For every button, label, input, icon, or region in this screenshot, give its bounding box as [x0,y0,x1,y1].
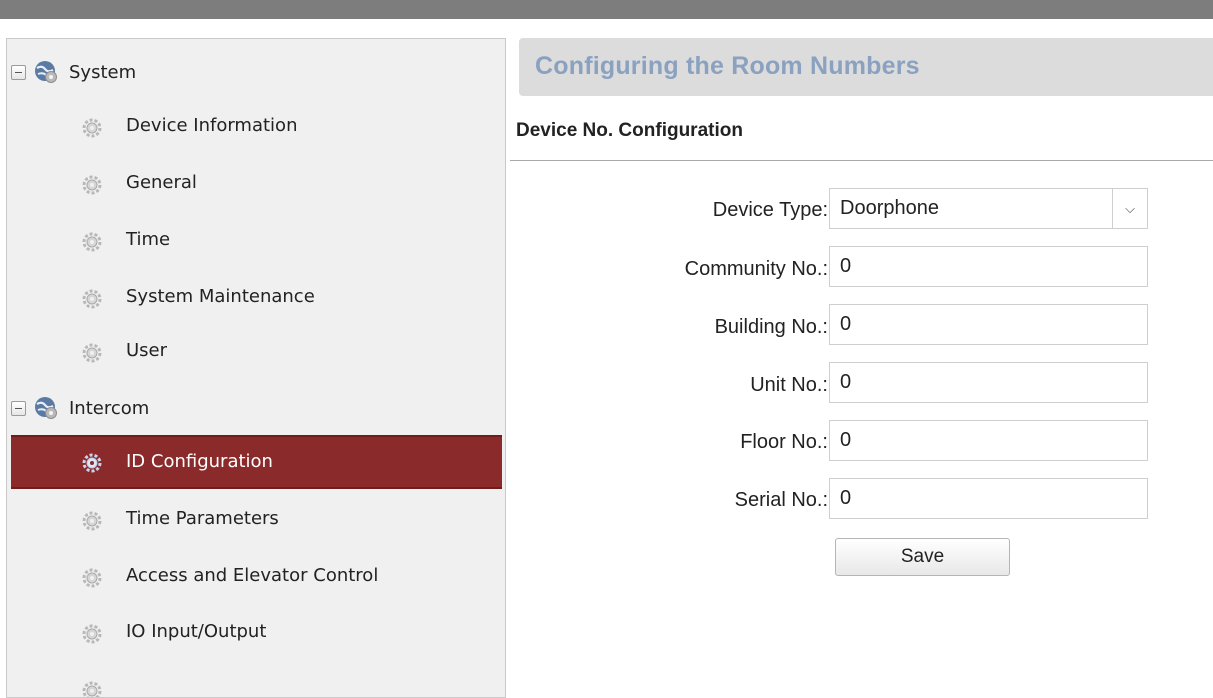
floor-no-label: Floor No.: [740,431,828,453]
tree-group-system[interactable]: System [7,52,505,92]
sidebar-item-io-input-output[interactable]: IO Input/Output [11,610,502,657]
building-no-input[interactable]: 0 [829,304,1148,345]
save-button[interactable]: Save [835,538,1010,576]
top-spacer [0,19,1213,37]
sidebar-item-label: Time Parameters [126,508,279,529]
globe-icon [35,397,57,419]
sidebar-item-label: Device Information [126,115,298,136]
floor-no-input[interactable]: 0 [829,420,1148,461]
sidebar-item-label: ID Configuration [126,451,273,472]
unit-no-label: Unit No.: [750,374,828,396]
sidebar-item-general[interactable]: General [11,161,502,208]
sidebar-item-label: Access and Elevator Control [126,565,379,586]
gear-icon [82,624,102,644]
unit-no-input[interactable]: 0 [829,362,1148,403]
gear-icon [82,232,102,252]
tree-group-label: System [69,61,137,83]
sidebar-item-user[interactable]: User [11,329,502,376]
community-no-input[interactable]: 0 [829,246,1148,287]
sidebar-item-label: User [126,340,168,361]
collapse-icon[interactable] [11,64,26,80]
serial-no-input[interactable]: 0 [829,478,1148,519]
collapse-icon[interactable] [11,400,26,416]
gear-icon [82,175,102,195]
sidebar-tree: System Device Information General Time S… [6,38,506,698]
sidebar-item-system-maintenance[interactable]: System Maintenance [11,275,502,322]
sidebar-item-label: General [126,172,197,193]
device-type-select[interactable]: Doorphone ⌵ [829,188,1148,229]
chevron-down-icon[interactable]: ⌵ [1112,189,1147,228]
section-title: Device No. Configuration [516,120,743,141]
device-type-value: Doorphone [840,197,939,219]
building-no-label: Building No.: [714,316,828,338]
gear-icon [82,289,102,309]
page-title-bar: Configuring the Room Numbers [519,38,1213,96]
sidebar-item-time[interactable]: Time [11,218,502,265]
main-content: Configuring the Room Numbers Device No. … [510,38,1213,679]
community-no-label: Community No.: [684,258,828,280]
sidebar-item-access-and-elevator-control[interactable]: Access and Elevator Control [11,554,502,601]
globe-icon [35,61,57,83]
sidebar-item-label: IO Input/Output [126,621,267,642]
tree-group-label: Intercom [69,397,150,419]
sidebar-item-device-information[interactable]: Device Information [11,104,502,151]
sidebar-item-label: System Maintenance [126,286,315,307]
gear-icon [82,568,102,588]
window-top-bar [0,0,1213,19]
serial-no-label: Serial No.: [734,489,828,511]
gear-icon [82,118,102,138]
sidebar-item-label: Time [126,229,171,250]
sidebar-item-id-configuration[interactable]: ID Configuration [11,435,502,489]
section-divider [510,160,1213,161]
gear-icon [82,343,102,363]
sidebar-item-partial[interactable] [11,667,502,697]
device-type-label: Device Type: [712,199,828,221]
gear-icon [82,453,102,473]
gear-icon [82,511,102,531]
page-title: Configuring the Room Numbers [535,52,920,80]
sidebar-item-time-parameters[interactable]: Time Parameters [11,497,502,544]
tree-group-intercom[interactable]: Intercom [7,388,505,428]
gear-icon [82,681,102,697]
